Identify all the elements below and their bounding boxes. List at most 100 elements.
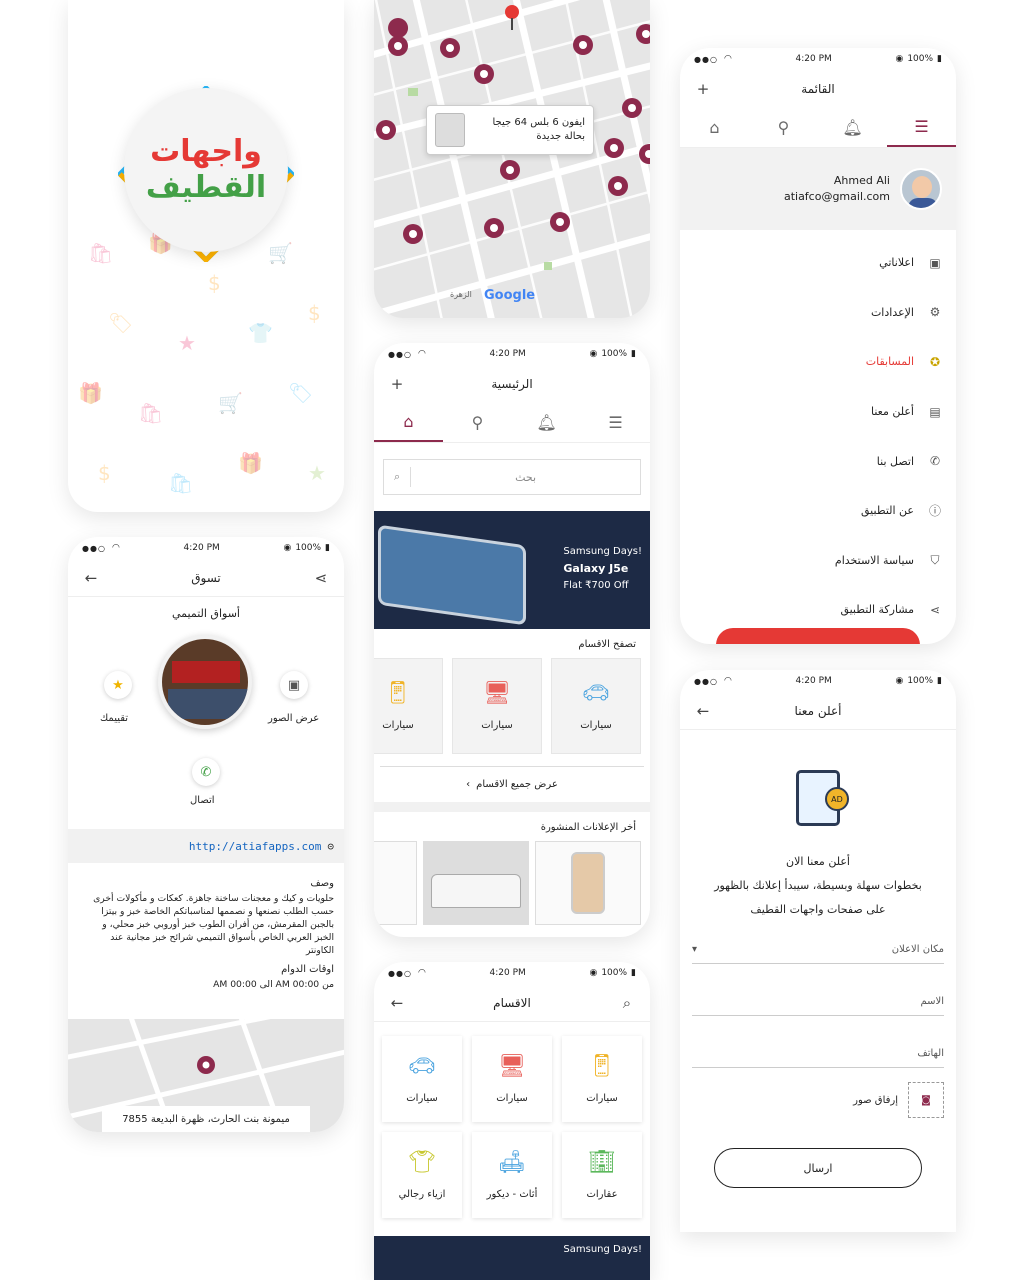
image-icon[interactable]: ▣: [280, 671, 308, 699]
categories-screen: ●●○ ◠ 4:20 PM ◉ 100% ▮ ← الاقسام ⌕ 📱︎ سيارات…: [374, 962, 650, 1280]
menu-item-label: مشاركة التطبيق: [840, 603, 914, 617]
menu-item-label: عن التطبيق: [861, 504, 914, 518]
map-item-callout[interactable]: ايفون 6 بلس 64 جيجا بحالة جديدة: [426, 105, 594, 155]
category-card[interactable]: 🏢︎ عقارات: [562, 1132, 642, 1218]
section-divider: [374, 802, 650, 812]
arrow-left-icon[interactable]: ←: [388, 994, 406, 1012]
category-card[interactable]: 🚗︎ سيارات: [382, 1036, 462, 1122]
store-photo[interactable]: [158, 635, 252, 729]
category-card[interactable]: 📱︎ سيارات: [374, 658, 443, 754]
status-time: 4:20 PM: [489, 349, 526, 359]
google-logo-text: Google: [484, 288, 536, 303]
link-icon: ⊝: [327, 839, 334, 853]
battery-text: 100%: [601, 349, 628, 359]
status-time: 4:20 PM: [795, 54, 832, 64]
banner-line1: Samsung Days!: [563, 1244, 642, 1255]
wifi-icon: ◠: [723, 54, 732, 64]
logout-button[interactable]: [716, 628, 920, 644]
location-icon: ⚲: [471, 413, 484, 432]
menu-item-settings[interactable]: الإعدادات ⚙: [680, 288, 956, 338]
add-icon[interactable]: +: [388, 375, 406, 393]
name-label: الاسم: [920, 996, 944, 1007]
car-icon: 🚗︎: [582, 681, 610, 706]
battery-icon: ▮: [937, 54, 942, 64]
banner-phone-image: [378, 524, 526, 626]
category-carousel: 🚗︎ سيارات 🖥︎ سيارات 📱︎ سيارات: [374, 658, 650, 754]
camera-icon[interactable]: ◙: [908, 1082, 944, 1118]
tab-notifications[interactable]: 🔔︎: [818, 108, 887, 147]
profile-card[interactable]: Ahmed Ali atiafco@gmail.com: [680, 148, 956, 230]
add-icon[interactable]: +: [694, 80, 712, 98]
star-icon[interactable]: ★: [104, 671, 132, 699]
svg-text:🛍: 🛍: [168, 471, 193, 495]
status-bar: ●●○ ◠ 4:20 PM ◉ 100% ▮: [374, 343, 650, 365]
category-label: سيارات: [481, 720, 513, 731]
category-card[interactable]: 👕︎ ازياء رجالي: [382, 1132, 462, 1218]
map-screen[interactable]: ايفون 6 بلس 64 جيجا بحالة جديدة الزهرة G…: [374, 0, 650, 318]
website-link[interactable]: http://atiafapps.com ⊝: [68, 829, 344, 863]
svg-text:★: ★: [308, 461, 326, 485]
svg-text:👕: 👕: [248, 321, 273, 345]
category-card[interactable]: 🖥︎ سيارات: [452, 658, 542, 754]
share-icon[interactable]: ⋖: [312, 569, 330, 587]
signal-icon: ●●○: [388, 349, 412, 359]
menu-list: اعلاناتي ▣ الإعدادات ⚙ المسابقات ✪ أعلن معن…: [680, 230, 956, 635]
ad-thumbnail-phone-2[interactable]: [374, 841, 417, 925]
promo-banner[interactable]: Samsung Days! Galaxy J5e Flat ₹700 Off: [374, 511, 650, 629]
tab-home[interactable]: ⌂: [680, 108, 749, 147]
phone-field[interactable]: الهاتف: [692, 1040, 944, 1068]
menu-item-contact[interactable]: اتصل بنا ✆: [680, 436, 956, 486]
call-label: اتصال: [190, 795, 215, 806]
phone-label: الهاتف: [917, 1048, 944, 1059]
menu-item-policy[interactable]: سياسة الاستخدام ⛉: [680, 536, 956, 586]
page-title: أعلن معنا: [794, 703, 842, 718]
category-card[interactable]: 🖥︎ سيارات: [472, 1036, 552, 1122]
category-card[interactable]: 🛋︎ أثاث - ديكور: [472, 1132, 552, 1218]
view-all-categories-link[interactable]: ‹ عرض جميع الاقسام: [380, 766, 644, 802]
menu-item-my-ads[interactable]: اعلاناتي ▣: [680, 238, 956, 288]
menu-item-contests[interactable]: المسابقات ✪: [680, 337, 956, 387]
logo-text-line1: واجهات: [150, 134, 262, 169]
search-bar[interactable]: ⌕ بحث: [383, 459, 641, 495]
gallery-label: عرض الصور: [268, 713, 320, 724]
page-title: القائمة: [801, 82, 835, 96]
phone-icon[interactable]: ✆: [192, 758, 220, 786]
store-map[interactable]: ميمونة بنت الحارث، ظهرة البديعة 7855: [68, 999, 344, 1132]
attach-photos[interactable]: إرفاق صور ◙: [853, 1082, 944, 1118]
menu-item-about[interactable]: عن التطبيق ⓘ: [680, 486, 956, 536]
info-icon: ⓘ: [928, 504, 941, 519]
battery-text: 100%: [907, 54, 934, 64]
promo-banner[interactable]: Samsung Days!: [374, 1236, 650, 1280]
battery-icon: ▮: [631, 349, 636, 359]
website-url: http://atiafapps.com: [188, 839, 322, 853]
home-appbar: + الرئيسية: [374, 365, 650, 403]
status-bar: ●●○ ◠ 4:20 PM ◉ 100% ▮: [680, 670, 956, 692]
search-icon[interactable]: ⌕: [618, 994, 636, 1012]
view-all-label: عرض جميع الاقسام: [476, 779, 558, 790]
splash-screen: 🛍 🎁 $ 🛒 🏷 ★ 👕 $ 🎁 🛍 🛒 🏷 $ 🛍 🎁 ★ واجهات ا…: [68, 0, 344, 512]
tab-menu[interactable]: ☰: [887, 108, 956, 147]
tab-menu[interactable]: ☰: [581, 403, 650, 442]
page-title: الرئيسية: [491, 377, 533, 391]
arrow-left-icon[interactable]: ←: [694, 702, 712, 720]
signal-icon: ●●○: [388, 968, 412, 978]
status-time: 4:20 PM: [489, 968, 526, 978]
home-icon: ⌂: [709, 118, 720, 137]
tab-home[interactable]: ⌂: [374, 403, 443, 442]
category-card[interactable]: 📱︎ سيارات: [562, 1036, 642, 1122]
send-button[interactable]: ارسال: [714, 1148, 922, 1188]
tab-map[interactable]: ⚲: [749, 108, 818, 147]
ad-thumbnail-car[interactable]: [423, 841, 529, 925]
menu-item-advertise[interactable]: أعلن معنا ▤: [680, 387, 956, 437]
name-field[interactable]: الاسم: [692, 988, 944, 1016]
location-select[interactable]: ▾ مكان الاعلان: [692, 936, 944, 964]
arrow-left-icon[interactable]: ←: [82, 569, 100, 587]
callout-title: ايفون 6 بلس 64 جيجا: [492, 117, 585, 128]
ad-thumbnail-phone[interactable]: [535, 841, 641, 925]
tab-map[interactable]: ⚲: [443, 403, 512, 442]
category-card[interactable]: 🚗︎ سيارات: [551, 658, 641, 754]
tab-notifications[interactable]: 🔔︎: [512, 403, 581, 442]
home-tabs: ⌂ ⚲ 🔔︎ ☰: [374, 403, 650, 443]
search-input[interactable]: بحث: [421, 471, 630, 484]
attach-label: إرفاق صور: [853, 1094, 898, 1106]
